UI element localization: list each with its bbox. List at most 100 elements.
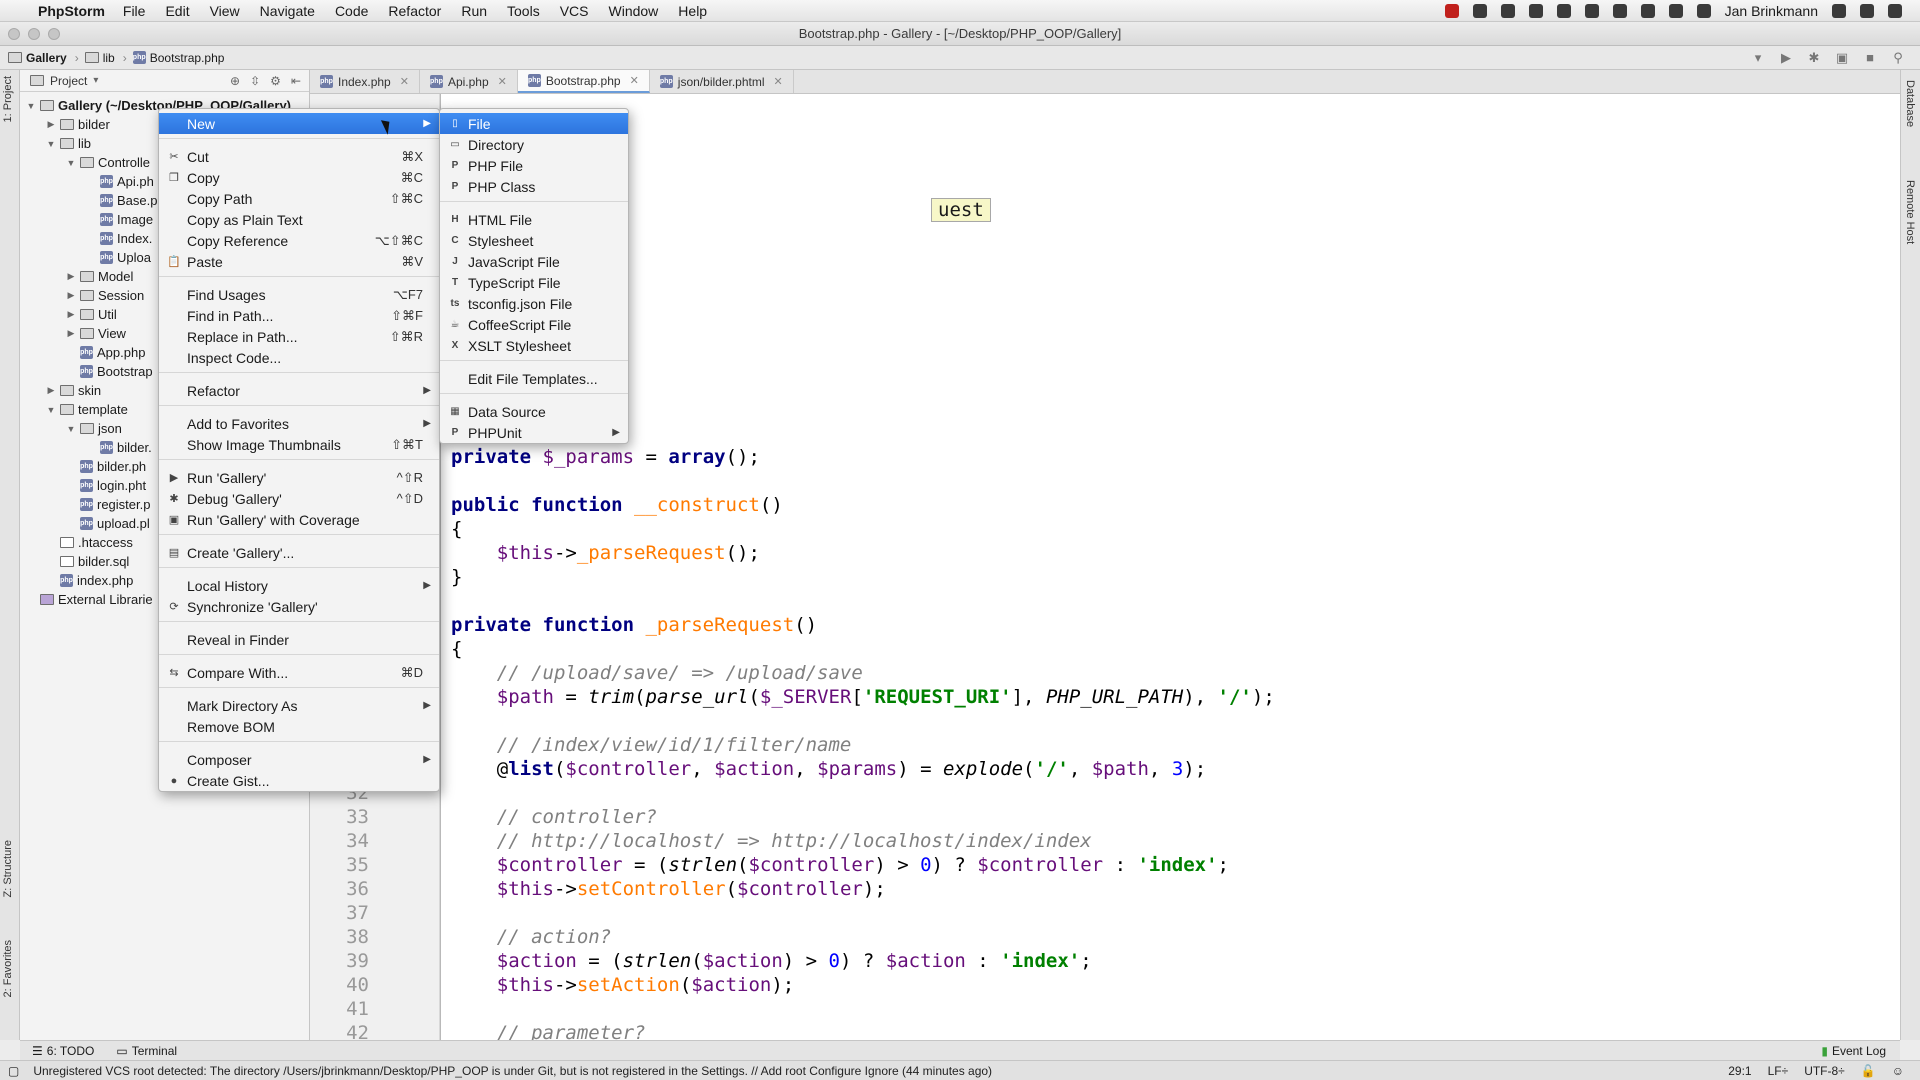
- menu-item-copy-as-plain-text[interactable]: Copy as Plain Text: [159, 209, 439, 230]
- tree-item[interactable]: php bilder.ph: [66, 457, 146, 476]
- menu-item-composer[interactable]: Composer ▶: [159, 749, 439, 770]
- expand-arrow-icon[interactable]: ▶: [46, 385, 56, 396]
- run-icon[interactable]: ▶: [1778, 50, 1794, 66]
- expand-arrow-icon[interactable]: ▼: [66, 424, 76, 434]
- menu-item-find-in-path[interactable]: Find in Path... ⇧⌘F: [159, 305, 439, 326]
- new-item-html-file[interactable]: H HTML File: [440, 209, 628, 230]
- search-icon[interactable]: ⚲: [1890, 50, 1906, 66]
- tree-item[interactable]: ▼ lib: [46, 134, 91, 153]
- new-item-file[interactable]: ▯ File: [440, 113, 628, 134]
- menu-item-synchronize-gallery[interactable]: ⟳ Synchronize 'Gallery': [159, 596, 439, 617]
- tree-item[interactable]: php upload.pl: [66, 514, 150, 533]
- expand-arrow-icon[interactable]: ▼: [46, 139, 56, 149]
- close-tab-icon[interactable]: ✕: [498, 75, 507, 88]
- tree-item[interactable]: php Base.p: [86, 191, 157, 210]
- tree-item[interactable]: ▶ View: [66, 324, 126, 343]
- structure-tool-tab[interactable]: Z: Structure: [2, 840, 14, 897]
- tree-item[interactable]: php Image: [86, 210, 153, 229]
- expand-arrow-icon[interactable]: ▼: [66, 158, 76, 168]
- tree-item[interactable]: php Bootstrap: [66, 362, 153, 381]
- menu-code[interactable]: Code: [335, 3, 368, 19]
- code-area[interactable]: uest n ...*/ load ller = ""; => save = "…: [440, 94, 1900, 1040]
- new-item-phpunit[interactable]: P PHPUnit ▶: [440, 422, 628, 443]
- minimize-window-button[interactable]: [28, 28, 40, 40]
- menu-item-create-gallery[interactable]: ▤ Create 'Gallery'...: [159, 542, 439, 563]
- hide-panel-icon[interactable]: ⇤: [291, 74, 301, 88]
- tab-bilder-phtml[interactable]: php json/bilder.phtml ✕: [650, 70, 794, 93]
- expand-arrow-icon[interactable]: ▶: [66, 271, 76, 282]
- menu-item-paste[interactable]: 📋 Paste ⌘V: [159, 251, 439, 272]
- breadcrumb-bootstrap[interactable]: php Bootstrap.php: [132, 51, 224, 65]
- volume-icon[interactable]: [1640, 3, 1655, 18]
- menu-item-copy[interactable]: ❐ Copy ⌘C: [159, 167, 439, 188]
- menu-window[interactable]: Window: [609, 3, 659, 19]
- remote-host-tool-tab[interactable]: Remote Host: [1904, 180, 1916, 244]
- favorites-tool-tab[interactable]: 2: Favorites: [2, 940, 14, 997]
- tree-item[interactable]: php Uploa: [86, 248, 151, 267]
- tree-item[interactable]: php bilder.: [86, 438, 152, 457]
- recording-icon[interactable]: [1444, 3, 1459, 18]
- tree-item[interactable]: ▼ template: [46, 400, 128, 419]
- project-tool-tab[interactable]: 1: Project: [2, 76, 14, 122]
- hector-icon[interactable]: ☺: [1892, 1064, 1904, 1078]
- menu-item-mark-directory-as[interactable]: Mark Directory As ▶: [159, 695, 439, 716]
- tree-item[interactable]: ▶ Util: [66, 305, 117, 324]
- new-item-edit-file-templates[interactable]: Edit File Templates...: [440, 368, 628, 389]
- file-encoding[interactable]: UTF-8÷: [1804, 1064, 1845, 1078]
- terminal-tool-tab[interactable]: ▭ Terminal: [116, 1044, 177, 1058]
- menu-item-reveal-in-finder[interactable]: Reveal in Finder: [159, 629, 439, 650]
- tree-item[interactable]: .htaccess: [46, 533, 133, 552]
- status-toggle-icon[interactable]: ▢: [8, 1064, 19, 1078]
- tree-item[interactable]: ▶ Model: [66, 267, 134, 286]
- menu-view[interactable]: View: [210, 3, 240, 19]
- menu-item-copy-path[interactable]: Copy Path ⇧⌘C: [159, 188, 439, 209]
- menu-edit[interactable]: Edit: [165, 3, 189, 19]
- tree-item[interactable]: ▼ json: [66, 419, 122, 438]
- menu-item-copy-reference[interactable]: Copy Reference ⌥⇧⌘C: [159, 230, 439, 251]
- tree-item[interactable]: External Librarie: [26, 590, 153, 609]
- expand-arrow-icon[interactable]: ▼: [26, 101, 36, 111]
- stop-icon[interactable]: ■: [1862, 50, 1878, 66]
- info-icon[interactable]: [1584, 3, 1599, 18]
- evernote-icon[interactable]: [1500, 3, 1515, 18]
- new-item-coffeescript-file[interactable]: ☕ CoffeeScript File: [440, 314, 628, 335]
- todo-tool-tab[interactable]: ☰ 6: TODO: [32, 1044, 94, 1058]
- new-item-directory[interactable]: ▭ Directory: [440, 134, 628, 155]
- menu-item-add-to-favorites[interactable]: Add to Favorites ▶: [159, 413, 439, 434]
- event-log-tool-tab[interactable]: ▮ Event Log: [1821, 1044, 1900, 1058]
- tree-item[interactable]: ▶ Session: [66, 286, 145, 305]
- app-menu[interactable]: PhpStorm: [38, 3, 105, 19]
- new-item-data-source[interactable]: ▦ Data Source: [440, 401, 628, 422]
- menu-refactor[interactable]: Refactor: [388, 3, 441, 19]
- status-message[interactable]: Unregistered VCS root detected: The dire…: [33, 1064, 992, 1078]
- menu-item-create-gist[interactable]: ● Create Gist...: [159, 770, 439, 791]
- new-item-stylesheet[interactable]: C Stylesheet: [440, 230, 628, 251]
- menu-item-run-gallery[interactable]: ▶ Run 'Gallery' ^⇧R: [159, 467, 439, 488]
- expand-arrow-icon[interactable]: ▶: [66, 328, 76, 339]
- tab-api-php[interactable]: php Api.php ✕: [420, 70, 518, 93]
- menu-vcs[interactable]: VCS: [560, 3, 589, 19]
- scroll-from-source-icon[interactable]: ⊕: [230, 74, 240, 88]
- user-icon[interactable]: [1832, 3, 1846, 18]
- menu-item-cut[interactable]: ✂ Cut ⌘X: [159, 146, 439, 167]
- tree-item[interactable]: php Api.ph: [86, 172, 154, 191]
- menu-item-debug-gallery[interactable]: ✱ Debug 'Gallery' ^⇧D: [159, 488, 439, 509]
- tree-item[interactable]: bilder.sql: [46, 552, 129, 571]
- close-window-button[interactable]: [8, 28, 20, 40]
- new-item-php-file[interactable]: P PHP File: [440, 155, 628, 176]
- database-tool-tab[interactable]: Database: [1904, 80, 1916, 127]
- expand-arrow-icon[interactable]: ▶: [66, 309, 76, 320]
- menu-item-remove-bom[interactable]: Remove BOM: [159, 716, 439, 737]
- menu-run[interactable]: Run: [461, 3, 487, 19]
- menu-item-new[interactable]: New ▶: [159, 113, 439, 134]
- time-machine-icon[interactable]: [1696, 3, 1711, 18]
- tree-item[interactable]: ▼ Controlle: [66, 153, 151, 172]
- line-separator[interactable]: LF÷: [1768, 1064, 1789, 1078]
- expand-arrow-icon[interactable]: ▶: [46, 119, 56, 130]
- menu-item-run-gallery-with-coverage[interactable]: ▣ Run 'Gallery' with Coverage: [159, 509, 439, 530]
- tree-item[interactable]: php App.php: [66, 343, 145, 362]
- menu-help[interactable]: Help: [678, 3, 707, 19]
- tab-bootstrap-php[interactable]: php Bootstrap.php ✕: [517, 70, 650, 93]
- read-only-lock-icon[interactable]: 🔓: [1861, 1064, 1876, 1078]
- notification-center-icon[interactable]: [1888, 3, 1902, 18]
